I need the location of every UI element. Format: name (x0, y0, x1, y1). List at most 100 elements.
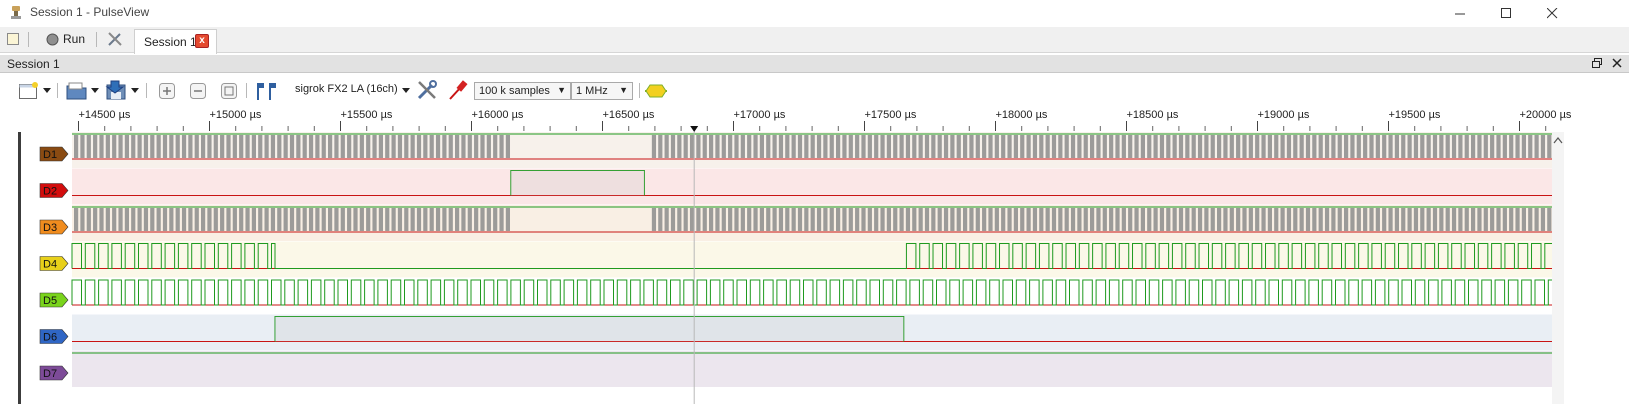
ruler-tick-label: +18000 µs (996, 109, 1048, 121)
dock-close-icon[interactable] (1612, 58, 1622, 68)
channel-label-d3[interactable]: D3 (43, 222, 57, 234)
dense-transition-block (772, 208, 777, 231)
device-selector[interactable]: sigrok FX2 LA (16ch) (295, 83, 398, 95)
zoom-fit-icon[interactable] (220, 82, 238, 100)
dense-transition-block (1159, 135, 1165, 158)
toolbar-separator (57, 83, 58, 98)
settings-button[interactable] (106, 29, 124, 49)
dense-transition-block (956, 208, 961, 231)
new-view-button[interactable] (6, 29, 20, 49)
chevron-down-icon[interactable] (402, 88, 411, 94)
chevron-down-icon[interactable] (43, 88, 52, 94)
dense-transition-block (963, 135, 968, 158)
dense-transition-block (334, 135, 339, 158)
dense-transition-block (658, 208, 663, 231)
dense-transition-block (829, 208, 834, 231)
dense-transition-block (220, 135, 225, 158)
cursor-icon[interactable] (254, 81, 278, 101)
dense-transition-block (474, 208, 479, 231)
chevron-down-icon[interactable] (91, 88, 100, 94)
maximize-button[interactable] (1483, 0, 1529, 26)
probe-icon[interactable] (447, 79, 469, 101)
tab-session-1[interactable]: Session 1 x (134, 29, 217, 54)
dense-transition-block (124, 135, 129, 158)
dense-transition-block (1324, 208, 1330, 231)
configure-device-icon[interactable] (416, 79, 438, 101)
dense-transition-block (1153, 208, 1158, 231)
trace-view[interactable]: +14500 µs +15000 µs +15500 µs +16000 µs +165… (0, 108, 1629, 404)
dense-transition-block (918, 135, 923, 158)
zoom-out-icon[interactable] (189, 82, 207, 100)
sample-count-select[interactable]: 100 k samples ▼ (474, 82, 571, 100)
float-icon[interactable] (1592, 58, 1602, 68)
ruler-tick-label: +17500 µs (865, 109, 917, 121)
dense-transition-block (474, 135, 479, 158)
chevron-down-icon[interactable] (131, 88, 140, 94)
dense-transition-block (1197, 208, 1203, 231)
new-session-icon[interactable] (18, 81, 40, 101)
dense-transition-block (689, 208, 695, 231)
dense-transition-block (499, 208, 504, 231)
dense-transition-block (118, 135, 123, 158)
dense-transition-block (93, 208, 98, 231)
close-button[interactable] (1529, 0, 1575, 26)
dense-transition-block (734, 135, 739, 158)
dense-transition-block (181, 135, 187, 158)
run-button[interactable]: Run (46, 29, 85, 49)
dense-transition-block (137, 208, 142, 231)
dense-transition-block (385, 208, 390, 231)
dense-transition-block (829, 135, 834, 158)
dense-transition-block (1217, 208, 1222, 231)
dense-transition-block (124, 208, 129, 231)
minimize-button[interactable] (1437, 0, 1483, 26)
dense-transition-block (321, 135, 326, 158)
channel-label-d6[interactable]: D6 (43, 332, 57, 344)
add-decoder-icon[interactable] (645, 84, 667, 98)
dense-transition-block (162, 208, 168, 231)
dense-transition-block (740, 135, 745, 158)
channel-label-d2[interactable]: D2 (43, 186, 57, 198)
dense-transition-block (328, 135, 333, 158)
dense-transition-block (886, 135, 891, 158)
dense-transition-block (1324, 135, 1330, 158)
save-icon[interactable] (105, 79, 127, 101)
zoom-in-icon[interactable] (158, 82, 176, 100)
dense-transition-block (1445, 135, 1450, 158)
run-icon (46, 33, 59, 45)
dense-transition-block (861, 208, 866, 231)
dense-transition-block (747, 135, 752, 158)
dense-transition-block (99, 135, 104, 158)
channel-label-d7[interactable]: D7 (43, 368, 57, 380)
dense-transition-block (359, 135, 364, 158)
dense-transition-block (1394, 208, 1399, 231)
dense-transition-block (937, 135, 942, 158)
sample-rate-select[interactable]: 1 MHz ▼ (571, 82, 633, 100)
dense-transition-block (1020, 135, 1025, 158)
dense-transition-block (1483, 208, 1488, 231)
pulse-shade (275, 316, 904, 342)
dense-transition-block (785, 208, 790, 231)
dense-transition-block (994, 135, 999, 158)
dense-transition-block (1261, 135, 1266, 158)
open-folder-icon[interactable] (66, 81, 88, 101)
dense-transition-block (1305, 135, 1311, 158)
dense-transition-block (975, 135, 980, 158)
dense-transition-block (810, 208, 815, 231)
channel-label-d4[interactable]: D4 (43, 259, 57, 271)
dense-transition-block (1401, 208, 1406, 231)
dense-transition-block (429, 135, 434, 158)
dense-transition-block (1451, 135, 1457, 158)
vertical-scrollbar[interactable] (1552, 132, 1564, 404)
channel-label-d5[interactable]: D5 (43, 295, 57, 307)
dense-transition-block (943, 208, 949, 231)
dense-transition-block (1090, 135, 1095, 158)
dense-transition-block (1458, 208, 1463, 231)
dense-transition-block (1464, 208, 1469, 231)
dense-transition-block (1502, 208, 1507, 231)
dense-transition-block (1255, 135, 1260, 158)
dense-transition-block (950, 135, 955, 158)
dense-transition-block (1496, 135, 1501, 158)
tab-close-icon[interactable]: x (195, 34, 209, 48)
channel-label-d1[interactable]: D1 (43, 149, 57, 161)
dense-transition-block (1109, 208, 1114, 231)
